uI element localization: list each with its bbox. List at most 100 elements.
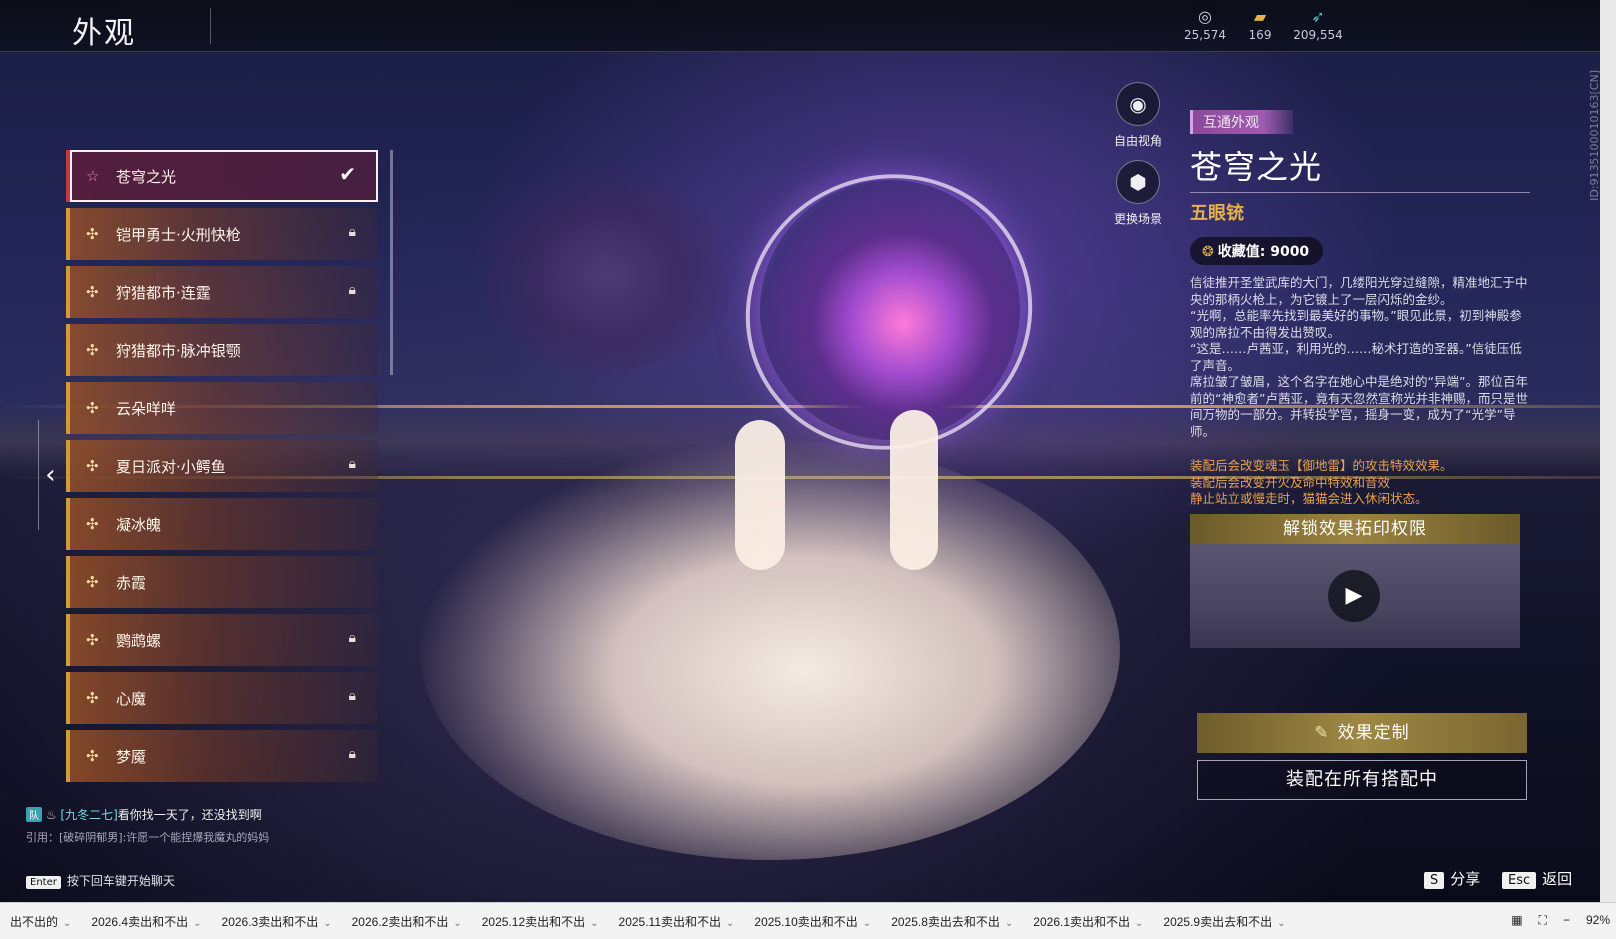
- sheet-tab[interactable]: 2025.12卖出和不出 ⌄: [472, 913, 609, 930]
- appearance-name: 心魔: [116, 689, 147, 708]
- appearance-item[interactable]: ☆ 苍穹之光 ✔: [66, 150, 378, 202]
- chat-box: 队 ♨ [九冬二七]看你找一天了，还没找到啊 引用：[破碎阴郁男]:许愿一个能捏…: [26, 806, 326, 845]
- sheet-tab[interactable]: 2025.11卖出和不出 ⌄: [609, 913, 745, 930]
- title-underline: [1190, 192, 1530, 193]
- cross-star-icon: ✣: [86, 631, 99, 649]
- sheet-tab-bar: 出不出的 ⌄ 2026.4卖出和不出 ⌄ 2026.3卖出和不出 ⌄ 2026.2卖出…: [0, 902, 1616, 939]
- appearance-name: 鹦鹉螺: [116, 631, 162, 650]
- star-icon: ☆: [86, 167, 100, 185]
- chevron-down-icon: ⌄: [726, 917, 735, 929]
- view-controls: ▦ ⛶ − 92%: [1511, 913, 1610, 928]
- equip-all-button[interactable]: 装配在所有搭配中: [1197, 760, 1527, 800]
- chevron-down-icon: ⌄: [1277, 917, 1286, 929]
- chevron-down-icon: ⌄: [63, 917, 72, 929]
- feather-currency-icon: ➶: [1311, 7, 1325, 26]
- appearance-item[interactable]: ✣ 鹦鹉螺 🔒︎: [66, 614, 378, 666]
- lore-description: 信徒推开圣堂武库的大门，几缕阳光穿过缝隙，精准地汇于中央的那柄火枪上，为它镀上了…: [1190, 275, 1530, 440]
- window-scrollbar[interactable]: [1600, 0, 1616, 902]
- unlock-effect-banner[interactable]: 解锁效果拓印权限: [1190, 513, 1520, 544]
- chevron-down-icon: ⌄: [1135, 917, 1144, 929]
- chevron-left-icon: ‹: [45, 460, 56, 490]
- cube-icon: ⬢: [1116, 160, 1160, 204]
- sheet-tab[interactable]: 2025.8卖出去和不出 ⌄: [881, 913, 1023, 930]
- lock-icon: 🔒︎: [348, 282, 356, 298]
- cross-star-icon: ✣: [86, 341, 99, 359]
- effect-customize-button[interactable]: ✎ 效果定制: [1197, 713, 1527, 753]
- lock-icon: 🔒︎: [348, 630, 356, 646]
- lock-icon: 🔒︎: [348, 456, 356, 472]
- appearance-item[interactable]: ✣ 狩猎都市·连霆 🔒︎: [66, 266, 378, 318]
- appearance-name: 凝冰魄: [116, 515, 162, 534]
- sheet-tab[interactable]: 2025.10卖出和不出 ⌄: [744, 913, 881, 930]
- appearance-item[interactable]: ✣ 梦魇 🔒︎: [66, 730, 378, 782]
- currency-feather[interactable]: ➶ 209,554: [1283, 7, 1353, 43]
- cross-platform-tag: 互通外观: [1190, 110, 1293, 134]
- grid-view-icon[interactable]: ▦: [1511, 913, 1522, 928]
- appearance-item[interactable]: ✣ 云朵咩咩: [66, 382, 378, 434]
- appearance-item[interactable]: ✣ 凝冰魄: [66, 498, 378, 550]
- lore-paragraph: “光啊，总能率先找到最美好的事物。”眼见此景，初到神殿参观的席拉不由得发出赞叹。: [1190, 308, 1522, 340]
- effect-preview-video[interactable]: ▶: [1190, 543, 1520, 648]
- zoom-out-icon[interactable]: −: [1563, 913, 1570, 928]
- chat-hint[interactable]: Enter 按下回车键开始聊天: [26, 872, 175, 889]
- guild-icon: ♨: [45, 808, 57, 822]
- chevron-down-icon: ⌄: [453, 917, 462, 929]
- share-label: 分享: [1450, 870, 1481, 888]
- sheet-tab[interactable]: 出不出的 ⌄: [0, 913, 81, 930]
- camera-icon: ◉: [1116, 82, 1160, 126]
- play-icon[interactable]: ▶: [1328, 569, 1380, 622]
- appearance-item[interactable]: ✣ 狩猎都市·脉冲银颚: [66, 324, 378, 376]
- cross-star-icon: ✣: [86, 747, 99, 765]
- lore-paragraph: 席拉皱了皱眉，这个名字在她心中是绝对的“异端”。那位百年前的“神愈者”卢茜亚，竟…: [1190, 374, 1528, 439]
- cat-paw: [890, 410, 938, 570]
- sheet-tab-label: 2026.3卖出和不出: [221, 914, 319, 929]
- sheet-tab-label: 2026.1卖出和不出: [1033, 914, 1131, 929]
- free-view-button[interactable]: ◉ 自由视角: [1098, 82, 1178, 149]
- appearance-name: 狩猎都市·连霆: [116, 283, 211, 302]
- appearance-name: 铠甲勇士·火刑快枪: [116, 225, 241, 244]
- cat-paw: [735, 420, 785, 570]
- back-label: 返回: [1542, 870, 1573, 888]
- chat-sender[interactable]: [九冬二七]: [60, 808, 117, 822]
- appearance-list: ☆ 苍穹之光 ✔ ✣ 铠甲勇士·火刑快枪 🔒︎ ✣ 狩猎都市·连霆 🔒︎ ✣ 狩…: [66, 150, 388, 800]
- appearance-item[interactable]: ✣ 夏日派对·小鳄鱼 🔒︎: [66, 440, 378, 492]
- appearance-item[interactable]: ✣ 心魔 🔒︎: [66, 672, 378, 724]
- lore-paragraph: “这是……卢茜亚，利用光的……秘术打造的圣器。”信徒压低了声音。: [1190, 341, 1522, 373]
- effect-note: 静止站立或慢走时，猫猫会进入休闲状态。: [1190, 491, 1428, 506]
- sheet-tab[interactable]: 2026.2卖出和不出 ⌄: [342, 913, 472, 930]
- sheet-tab-label: 2025.10卖出和不出: [754, 914, 858, 929]
- lock-icon: 🔒︎: [348, 746, 356, 762]
- collection-label: 收藏值: 9000: [1217, 244, 1310, 260]
- sheet-tab-label: 2026.4卖出和不出: [91, 914, 189, 929]
- fullscreen-icon[interactable]: ⛶: [1539, 913, 1547, 928]
- cross-star-icon: ✣: [86, 573, 99, 591]
- collection-value: ❂ 收藏值: 9000: [1190, 237, 1324, 265]
- effect-note: 装配后会改变开火及命中特效和音效: [1190, 474, 1391, 490]
- sheet-tab[interactable]: 2026.3卖出和不出 ⌄: [212, 913, 342, 930]
- collapse-arrow-button[interactable]: ‹: [38, 420, 62, 530]
- sheet-tab[interactable]: 2026.1卖出和不出 ⌄: [1023, 913, 1153, 930]
- customize-label: 效果定制: [1337, 723, 1410, 743]
- share-button[interactable]: S 分享: [1424, 868, 1480, 889]
- appearance-name: 狩猎都市·脉冲银颚: [116, 341, 241, 360]
- sheet-tab[interactable]: 2026.4卖出和不出 ⌄: [81, 913, 211, 930]
- team-channel-badge: 队: [26, 807, 42, 822]
- back-button[interactable]: Esc 返回: [1502, 868, 1572, 889]
- appearance-name: 夏日派对·小鳄鱼: [116, 457, 226, 476]
- cross-star-icon: ✣: [86, 225, 99, 243]
- cross-star-icon: ✣: [86, 283, 99, 301]
- appearance-name: 梦魇: [116, 747, 147, 766]
- cross-star-icon: ✣: [86, 457, 99, 475]
- sheet-tab-label: 2025.12卖出和不出: [481, 914, 586, 929]
- sheet-tab-label: 2025.11卖出和不出: [618, 914, 722, 929]
- chevron-down-icon: ⌄: [862, 917, 872, 929]
- list-scrollbar[interactable]: [390, 150, 393, 375]
- sheet-tab-label: 2025.8卖出去和不出: [891, 914, 1000, 929]
- zoom-level[interactable]: 92%: [1586, 913, 1610, 928]
- chat-quote: 引用：[破碎阴郁男]:许愿一个能捏爆我魔丸的妈妈: [26, 831, 270, 844]
- check-icon: ✔: [339, 162, 356, 186]
- appearance-item[interactable]: ✣ 赤霞: [66, 556, 378, 608]
- change-scene-button[interactable]: ⬢ 更换场景: [1098, 160, 1178, 227]
- sheet-tab[interactable]: 2025.9卖出去和不出 ⌄: [1153, 913, 1295, 930]
- appearance-item[interactable]: ✣ 铠甲勇士·火刑快枪 🔒︎: [66, 208, 378, 260]
